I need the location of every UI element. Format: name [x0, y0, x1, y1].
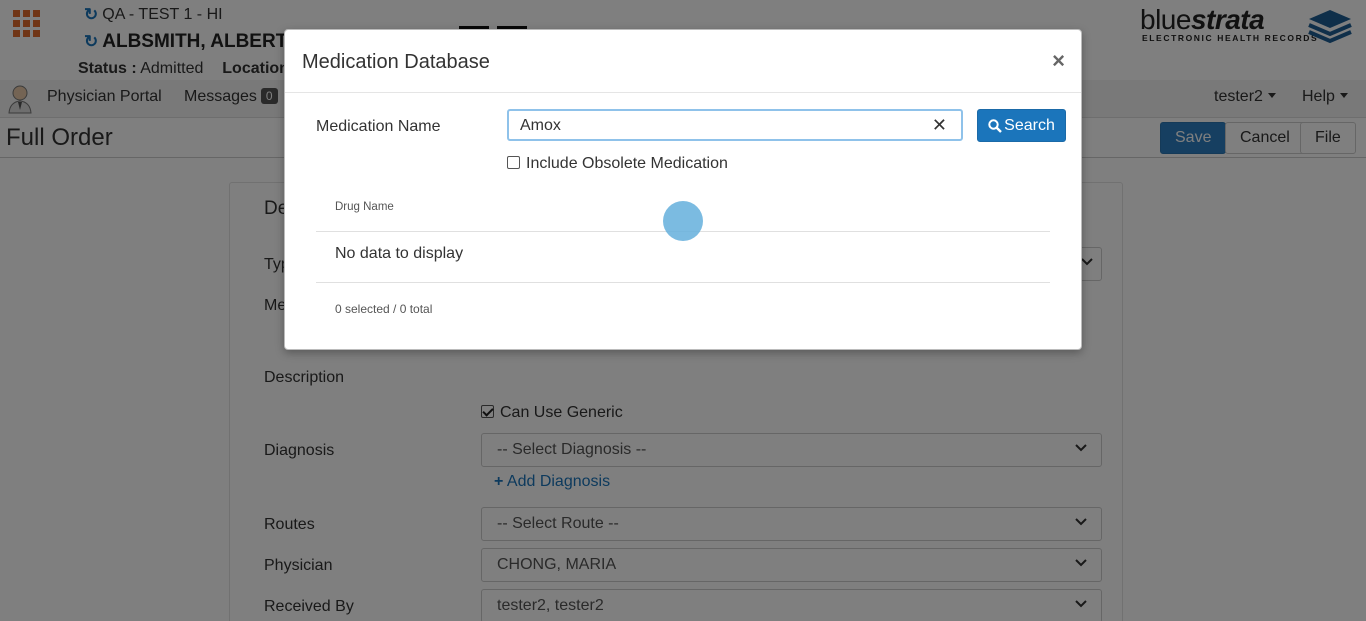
medication-database-modal: Medication Database × Medication Name Am… — [284, 29, 1082, 350]
include-obsolete-checkbox[interactable] — [507, 156, 520, 169]
column-header-drug-name[interactable]: Drug Name — [335, 201, 394, 213]
include-obsolete-label: Include Obsolete Medication — [526, 155, 728, 172]
include-obsolete-option[interactable]: Include Obsolete Medication — [507, 155, 728, 173]
clear-icon[interactable]: ✕ — [932, 115, 947, 136]
medication-name-value: Amox — [520, 117, 561, 134]
medication-name-label: Medication Name — [316, 118, 441, 135]
grid-empty-message: No data to display — [335, 245, 464, 262]
search-button-label: Search — [1004, 116, 1055, 134]
pointer-indicator — [663, 201, 703, 241]
search-icon — [988, 118, 1002, 133]
search-button[interactable]: Search — [977, 109, 1066, 142]
modal-title: Medication Database — [302, 51, 490, 73]
close-icon[interactable]: × — [1052, 50, 1065, 72]
medication-name-input[interactable]: Amox ✕ — [507, 109, 963, 141]
grid-selection-summary: 0 selected / 0 total — [335, 302, 433, 316]
modal-header: Medication Database × — [285, 30, 1081, 93]
grid-divider — [316, 282, 1050, 283]
